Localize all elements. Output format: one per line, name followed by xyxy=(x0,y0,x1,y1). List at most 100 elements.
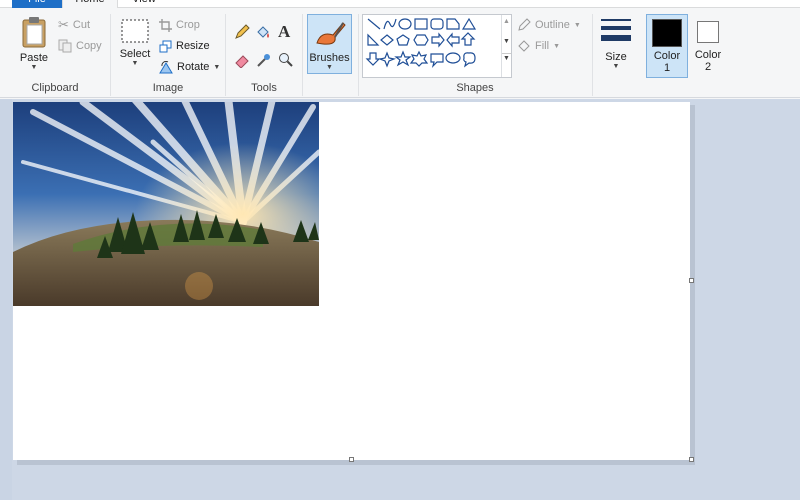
six-point-star-shape-icon xyxy=(409,50,429,67)
left-arrow-shape-icon xyxy=(446,32,460,48)
magnifier-icon[interactable] xyxy=(278,52,294,68)
outline-button[interactable]: Outline ▼ xyxy=(517,16,581,34)
select-label: Select xyxy=(119,48,151,60)
cut-button[interactable]: ✂ Cut xyxy=(58,16,90,34)
curve-shape-icon xyxy=(383,18,397,30)
pentagon-shape-icon xyxy=(396,34,410,46)
drawing-canvas[interactable] xyxy=(13,102,690,460)
fill-label: Fill xyxy=(535,40,550,52)
landscape-photo xyxy=(13,102,319,306)
tools-group-label: Tools xyxy=(251,82,277,94)
size-label: Size xyxy=(605,51,627,63)
color1-button[interactable]: Color 1 xyxy=(646,14,688,78)
tools-group: A Tools xyxy=(226,8,302,98)
clipboard-group: Paste ▼ ✂ Cut Copy Clipboard xyxy=(0,8,110,98)
cut-label: Cut xyxy=(72,19,91,31)
rounded-callout-shape-icon xyxy=(430,53,444,68)
crop-label: Crop xyxy=(176,19,200,31)
brushes-group: Brushes ▼ xyxy=(304,8,356,98)
brush-icon xyxy=(315,22,346,45)
down-arrow-shape-icon xyxy=(365,52,381,66)
clipboard-paste-icon xyxy=(22,17,46,48)
clipboard-group-label: Clipboard xyxy=(31,82,79,94)
four-point-star-shape-icon xyxy=(377,51,397,68)
paste-button[interactable]: Paste ▼ xyxy=(14,16,54,71)
size-button[interactable]: Size ▼ xyxy=(598,16,634,70)
rotate-icon xyxy=(159,60,173,73)
shapes-group-label: Shapes xyxy=(456,82,494,94)
ribbon-tab-strip: File Home View xyxy=(0,0,800,8)
color1-swatch xyxy=(652,19,682,47)
triangle-shape-icon xyxy=(461,17,477,30)
select-dropdown-arrow[interactable]: ▼ xyxy=(117,60,153,67)
text-tool-icon[interactable]: A xyxy=(278,22,290,42)
color-picker-icon[interactable] xyxy=(256,52,272,68)
copy-label: Copy xyxy=(76,40,102,52)
right-arrow-shape-icon xyxy=(431,32,445,48)
scroll-down-icon[interactable]: ▼ xyxy=(502,37,511,47)
rotate-button[interactable]: Rotate ▼ xyxy=(159,58,220,76)
polygon-shape-icon xyxy=(446,18,460,30)
shapes-gallery-scrollbar[interactable]: ▲ ▼ ▼ xyxy=(501,15,511,77)
up-arrow-shape-icon xyxy=(460,32,476,46)
outline-dropdown-arrow[interactable]: ▼ xyxy=(574,22,581,29)
oval-callout-shape-icon xyxy=(445,52,461,64)
line-width-icon xyxy=(601,19,631,41)
hexagon-shape-icon xyxy=(413,34,429,46)
outline-label: Outline xyxy=(535,19,570,31)
fill-dropdown-arrow[interactable]: ▼ xyxy=(553,43,560,50)
size-group: Size ▼ xyxy=(593,8,639,98)
canvas-resize-handle-right[interactable] xyxy=(689,278,694,283)
resize-icon xyxy=(159,40,172,52)
pasted-landscape-image[interactable] xyxy=(13,102,319,306)
resize-button[interactable]: Resize xyxy=(159,37,210,55)
paste-dropdown-arrow[interactable]: ▼ xyxy=(14,64,54,71)
cloud-callout-shape-icon xyxy=(463,52,476,68)
fill-button[interactable]: Fill ▼ xyxy=(517,37,560,55)
copy-icon xyxy=(58,39,72,53)
shapes-gallery[interactable]: ▲ ▼ ▼ xyxy=(362,14,512,78)
eraser-icon[interactable] xyxy=(234,52,250,68)
resize-label: Resize xyxy=(176,40,210,52)
size-dropdown-arrow[interactable]: ▼ xyxy=(598,63,634,70)
five-point-star-shape-icon xyxy=(394,50,412,67)
color2-swatch xyxy=(697,21,719,43)
image-group-label: Image xyxy=(152,82,184,94)
rounded-rectangle-shape-icon xyxy=(430,18,444,30)
fill-bucket-icon[interactable] xyxy=(255,24,271,40)
right-triangle-shape-icon xyxy=(367,33,380,46)
shapes-group: ▲ ▼ ▼ Outline ▼ Fill ▼ Shapes xyxy=(359,8,591,98)
workspace-left-margin xyxy=(0,99,12,500)
crop-icon xyxy=(159,18,172,32)
expand-gallery-icon[interactable]: ▼ xyxy=(502,53,511,64)
scissors-icon: ✂ xyxy=(58,17,69,32)
color1-number: 1 xyxy=(663,62,671,74)
rotate-label: Rotate xyxy=(177,61,210,73)
color2-number: 2 xyxy=(704,61,712,73)
rotate-dropdown-arrow[interactable]: ▼ xyxy=(213,64,220,71)
rectangle-shape-icon xyxy=(414,18,428,30)
tab-view[interactable]: View xyxy=(118,0,170,8)
brushes-button[interactable]: Brushes ▼ xyxy=(307,14,352,74)
diamond-shape-icon xyxy=(380,34,394,46)
shapes-gallery-icons xyxy=(365,17,477,68)
fill-icon xyxy=(518,40,530,52)
outline-icon xyxy=(518,18,531,31)
paste-label: Paste xyxy=(19,52,49,64)
canvas-resize-handle-bottom[interactable] xyxy=(349,457,354,462)
brushes-label: Brushes xyxy=(309,52,350,64)
color2-button[interactable]: Color 2 xyxy=(690,14,726,78)
copy-button[interactable]: Copy xyxy=(58,37,102,55)
oval-shape-icon xyxy=(398,18,412,30)
color2-label: Color xyxy=(694,49,722,61)
pencil-icon[interactable] xyxy=(234,24,250,40)
tab-home[interactable]: Home xyxy=(62,0,118,8)
canvas-workspace[interactable] xyxy=(0,99,800,500)
tab-file[interactable]: File xyxy=(12,0,62,8)
canvas-resize-handle-corner[interactable] xyxy=(689,457,694,462)
crop-button[interactable]: Crop xyxy=(159,16,200,34)
select-button[interactable]: Select ▼ xyxy=(117,18,153,67)
scroll-up-icon[interactable]: ▲ xyxy=(502,17,511,27)
image-group: Select ▼ Crop Resize Rotate ▼ Image xyxy=(111,8,225,98)
brushes-dropdown-arrow[interactable]: ▼ xyxy=(308,64,351,71)
